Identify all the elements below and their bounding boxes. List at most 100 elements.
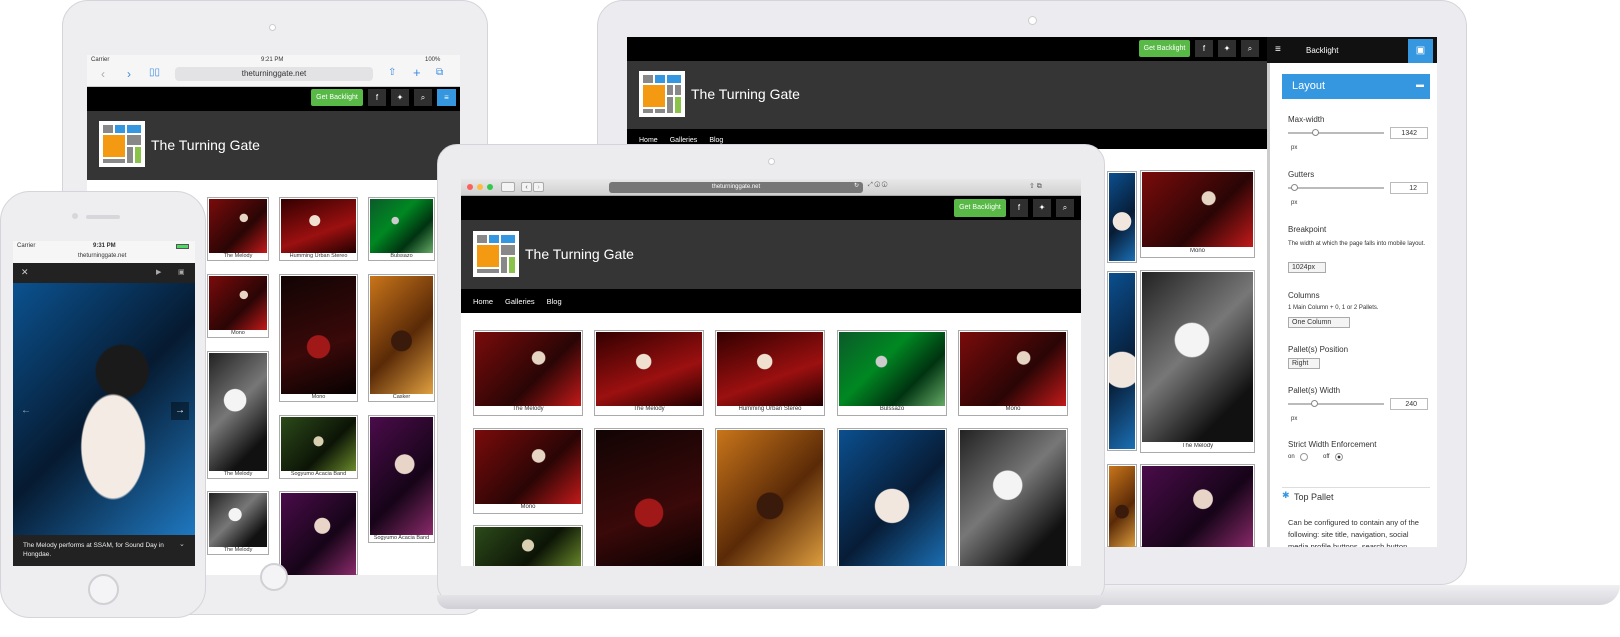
desktop-thumb-4[interactable] <box>1140 464 1255 547</box>
laptop-nav-home[interactable]: Home <box>473 297 493 306</box>
laptop-thumb-r1c4[interactable]: Bulssazo <box>837 330 947 416</box>
desktop-twitter-button[interactable]: ✦ <box>1218 40 1236 57</box>
tablet-get-backlight-button[interactable]: Get Backlight <box>311 89 363 106</box>
maximize-window-icon[interactable] <box>487 184 493 190</box>
laptop-toolbar-icons[interactable]: ⤢ ⓘ ⓘ <box>868 182 928 192</box>
desktop-nav-home[interactable]: Home <box>639 137 658 144</box>
tablet-thumb-r2c2[interactable]: Mono <box>279 274 358 402</box>
tablet-thumb-r1c2[interactable]: Humming Urban Stereo <box>279 197 358 261</box>
desktop-facebook-button[interactable]: f <box>1195 40 1213 57</box>
tablet-twitter-button[interactable]: ✦ <box>391 89 409 106</box>
laptop-get-backlight-button[interactable]: Get Backlight <box>954 199 1006 217</box>
laptop-search-button[interactable]: ⌕ <box>1056 199 1074 217</box>
minimize-window-icon[interactable] <box>477 184 483 190</box>
desktop-thumb-the-melody[interactable]: The Melody <box>1140 270 1255 453</box>
caption-chevron-icon[interactable]: ⌄ <box>179 540 185 548</box>
lightbox-next-icon[interactable]: → <box>171 402 189 420</box>
browser-forward-icon[interactable]: › <box>533 182 544 192</box>
lightbox-prev-icon[interactable]: ← <box>21 405 31 416</box>
lightbox-image-icon[interactable]: ▣ <box>178 268 185 276</box>
reload-icon[interactable]: ↻ <box>854 182 859 189</box>
pallet-position-select[interactable]: Right <box>1288 358 1320 369</box>
laptop-nav-blog[interactable]: Blog <box>547 297 562 306</box>
max-width-input[interactable]: 1342 <box>1390 127 1428 139</box>
tablet-url-bar[interactable]: theturninggate.net <box>175 67 373 81</box>
laptop-url-bar[interactable]: theturninggate.net <box>609 182 863 193</box>
desktop-thumb-2[interactable] <box>1107 271 1137 451</box>
phone-lightbox-bar <box>13 263 195 283</box>
laptop-thumb-r1c1[interactable]: The Melody <box>473 330 583 416</box>
tablet-home-button[interactable] <box>260 563 288 591</box>
top-pallet-label[interactable]: Top Pallet <box>1294 492 1334 502</box>
panel-title: Backlight <box>1306 46 1339 55</box>
laptop-thumb-r2c4[interactable] <box>837 428 947 566</box>
laptop-thumb-r1c2[interactable]: The Melody <box>594 330 704 416</box>
back-icon[interactable]: ‹ <box>101 67 105 81</box>
pallet-width-input[interactable]: 240 <box>1390 398 1428 410</box>
tablet-thumb-r2c1[interactable]: Mono <box>207 274 269 338</box>
lightbox-caption: The Melody performs at SSAM, for Sound D… <box>23 542 164 558</box>
desktop-get-backlight-button[interactable]: Get Backlight <box>1139 40 1190 57</box>
phone-domain[interactable]: theturninggate.net <box>78 253 126 259</box>
pallet-width-knob[interactable] <box>1311 400 1318 407</box>
desktop-thumb-1[interactable] <box>1107 171 1137 263</box>
laptop-facebook-button[interactable]: f <box>1010 199 1028 217</box>
tabs-icon[interactable]: ⧉ <box>436 67 443 78</box>
breakpoint-select[interactable]: 1024px <box>1288 262 1326 273</box>
desktop-search-button[interactable]: ⌕ <box>1241 40 1259 57</box>
gutters-knob[interactable] <box>1291 184 1298 191</box>
tablet-facebook-button[interactable]: f <box>368 89 386 106</box>
tablet-thumb-r3c2[interactable]: Sogyumo Acacia Band <box>279 415 358 479</box>
tablet-thumb-r4c2[interactable] <box>279 491 358 575</box>
pallet-width-slider[interactable] <box>1288 403 1384 405</box>
max-width-knob[interactable] <box>1312 129 1319 136</box>
gutters-slider[interactable] <box>1288 187 1384 189</box>
desktop-nav-blog[interactable]: Blog <box>709 137 723 144</box>
laptop-site-title: The Turning Gate <box>525 246 634 262</box>
desktop-nav-galleries[interactable]: Galleries <box>670 137 698 144</box>
laptop-thumb-r2c5[interactable] <box>958 428 1068 566</box>
laptop-twitter-button[interactable]: ✦ <box>1033 199 1051 217</box>
tablet-thumb-r3c1[interactable]: The Melody <box>207 351 269 479</box>
laptop-thumb-r3c1[interactable] <box>473 525 583 566</box>
lightbox-play-icon[interactable]: ▶ <box>156 268 161 276</box>
tablet-thumb-r1c1[interactable]: The Melody <box>207 197 269 261</box>
bookmarks-icon[interactable]: ▯▯ <box>149 67 160 78</box>
strict-on-radio[interactable] <box>1300 453 1308 461</box>
tablet-camera <box>269 24 276 31</box>
max-width-slider[interactable] <box>1288 132 1384 134</box>
gutters-input[interactable]: 12 <box>1390 182 1428 194</box>
tablet-menu-button[interactable]: ≡ <box>437 89 456 106</box>
close-window-icon[interactable] <box>467 184 473 190</box>
top-pallet-divider <box>1282 487 1430 488</box>
share-icon[interactable]: ⇧ <box>388 67 396 78</box>
lightbox-photo[interactable] <box>13 283 195 535</box>
forward-icon[interactable]: › <box>127 67 131 81</box>
laptop-share-icon[interactable]: ⇧ ⧉ <box>1029 182 1042 191</box>
desktop-thumb-mono[interactable]: Mono <box>1140 170 1255 258</box>
lightbox-close-icon[interactable]: ✕ <box>21 267 29 278</box>
pallet-width-unit: px <box>1291 416 1298 422</box>
layout-section-header[interactable]: Layout <box>1282 74 1430 99</box>
laptop-thumb-r2c2[interactable] <box>594 428 704 566</box>
laptop-thumb-r1c3[interactable]: Humming Urban Stereo <box>715 330 825 416</box>
tablet-thumb-r2c3[interactable]: Casker <box>368 274 435 402</box>
new-tab-icon[interactable]: + <box>413 65 421 80</box>
laptop-thumb-r2c3[interactable] <box>715 428 825 566</box>
menu-icon[interactable]: ≡ <box>1275 44 1281 55</box>
save-icon[interactable]: ▣ <box>1408 39 1433 63</box>
phone-home-button[interactable] <box>88 574 119 605</box>
tablet-search-button[interactable]: ⌕ <box>414 89 432 106</box>
sidebar-toggle-icon[interactable] <box>501 182 515 192</box>
tablet-thumb-r4c1[interactable]: The Melody <box>207 491 269 555</box>
columns-select[interactable]: One Column <box>1288 317 1350 328</box>
strict-off-radio[interactable] <box>1335 453 1343 461</box>
desktop-thumb-3[interactable] <box>1107 464 1137 547</box>
tablet-thumb-r1c3[interactable]: Bulssazo <box>368 197 435 261</box>
laptop-thumb-r2c1[interactable]: Mono <box>473 428 583 514</box>
browser-back-icon[interactable]: ‹ <box>521 182 532 192</box>
laptop-nav-galleries[interactable]: Galleries <box>505 297 535 306</box>
laptop-thumb-r1c5[interactable]: Mono <box>958 330 1068 416</box>
tablet-thumb-r3c3[interactable]: Sogyumo Acacia Band <box>368 415 435 543</box>
phone-carrier: Carrier <box>17 243 36 249</box>
